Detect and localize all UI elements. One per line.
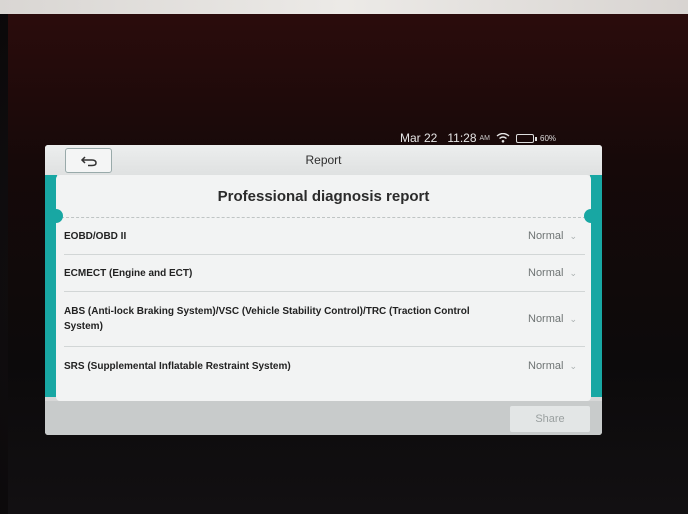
system-status: Normal ⌄ xyxy=(528,267,577,279)
card-notch-right xyxy=(584,209,598,223)
title-bar: Report xyxy=(45,145,602,175)
back-arrow-icon xyxy=(80,155,97,166)
bottom-toolbar: Share xyxy=(45,401,602,435)
system-label: ECMECT (Engine and ECT) xyxy=(64,267,193,279)
battery-percent: 60% xyxy=(540,133,557,143)
chevron-down-icon: ⌄ xyxy=(569,313,577,324)
system-label: SRS (Supplemental Inflatable Restraint S… xyxy=(64,360,291,372)
status-value: Normal xyxy=(528,267,564,279)
report-header: Professional diagnosis report xyxy=(49,175,598,223)
status-value: Normal xyxy=(528,230,564,242)
system-row-abs[interactable]: ABS (Anti-lock Braking System)/VSC (Vehi… xyxy=(64,292,585,347)
share-button[interactable]: Share xyxy=(510,406,590,432)
chevron-down-icon: ⌄ xyxy=(569,267,577,278)
chevron-down-icon: ⌄ xyxy=(569,360,577,371)
status-value: Normal xyxy=(528,313,564,325)
status-value: Normal xyxy=(528,360,564,372)
back-button[interactable] xyxy=(65,148,112,173)
report-title: Professional diagnosis report xyxy=(217,187,430,205)
chevron-down-icon: ⌄ xyxy=(569,230,577,241)
system-list: EOBD/OBD II Normal ⌄ ECMECT (Engine and … xyxy=(56,218,591,385)
system-row-srs[interactable]: SRS (Supplemental Inflatable Restraint S… xyxy=(64,347,585,385)
photo-background xyxy=(0,0,688,14)
battery-icon xyxy=(516,133,537,143)
report-card: Professional diagnosis report EOBD/OBD I… xyxy=(49,175,598,401)
system-status: Normal ⌄ xyxy=(528,313,577,325)
system-row-eobd[interactable]: EOBD/OBD II Normal ⌄ xyxy=(64,218,585,255)
system-status: Normal ⌄ xyxy=(528,360,577,372)
system-status: Normal ⌄ xyxy=(528,230,577,242)
system-label: ABS (Anti-lock Braking System)/VSC (Vehi… xyxy=(64,306,470,332)
system-row-ecmect[interactable]: ECMECT (Engine and ECT) Normal ⌄ xyxy=(64,255,585,292)
status-time: 11:28 xyxy=(447,131,477,145)
page-title: Report xyxy=(305,153,342,167)
system-label: EOBD/OBD II xyxy=(64,230,127,242)
card-notch-left xyxy=(49,209,63,223)
status-date: Mar 22 xyxy=(400,131,438,145)
wifi-icon xyxy=(496,133,510,143)
status-time-suffix: AM xyxy=(479,134,491,142)
app-window: Report Professional diagnosis report EOB… xyxy=(45,145,602,435)
